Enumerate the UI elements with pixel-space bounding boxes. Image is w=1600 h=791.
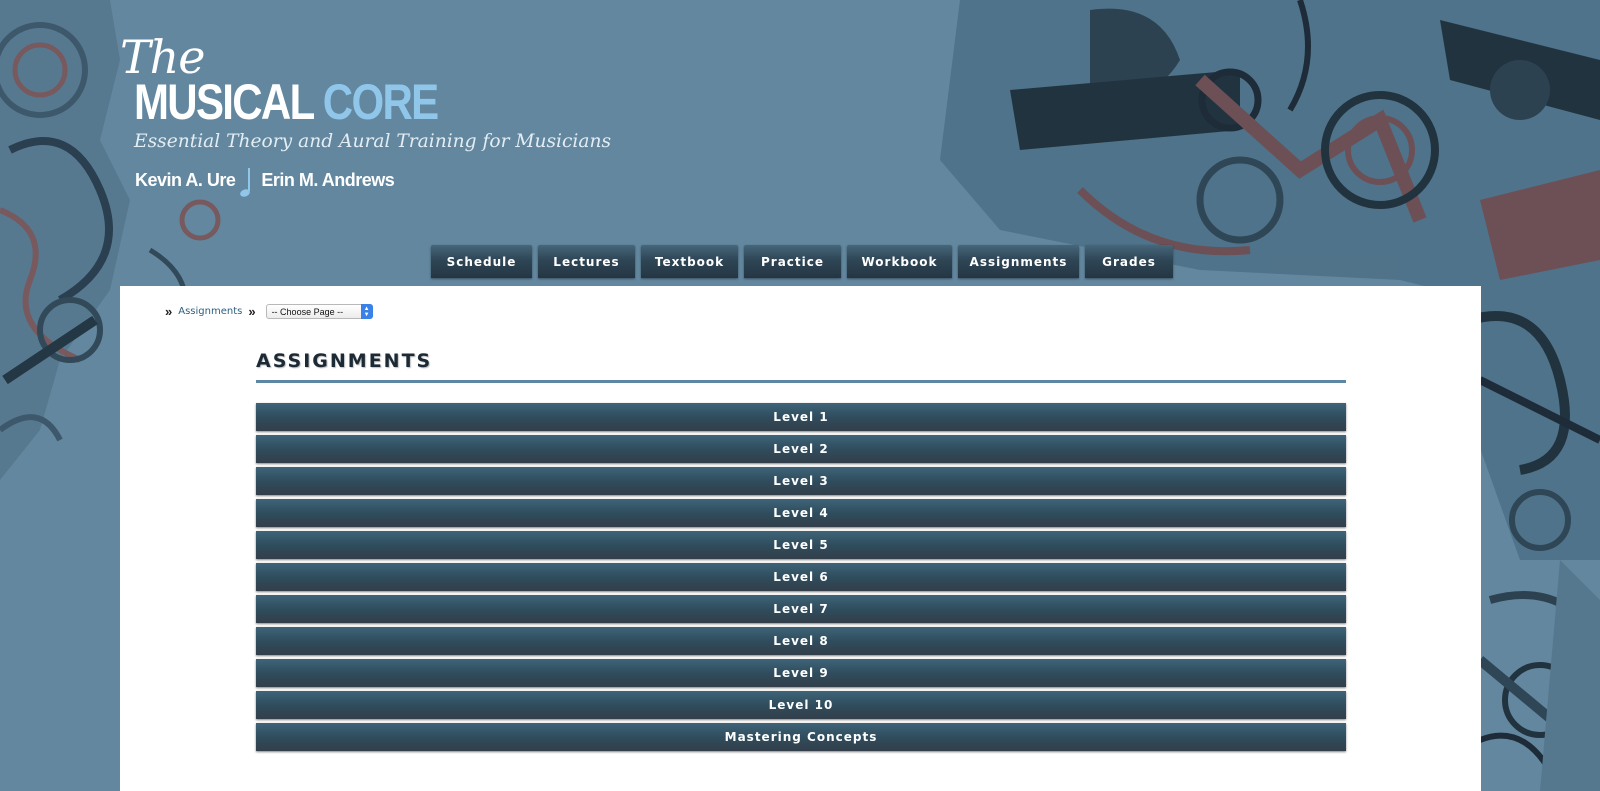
level-8-button[interactable]: Level 8: [256, 627, 1346, 655]
level-1-button[interactable]: Level 1: [256, 403, 1346, 431]
level-5-button[interactable]: Level 5: [256, 531, 1346, 559]
level-7-button[interactable]: Level 7: [256, 595, 1346, 623]
author-1: Kevin A. Ure: [135, 169, 236, 190]
title-divider: [256, 380, 1346, 383]
logo-core: CORE: [322, 74, 439, 130]
logo-musical: MUSICAL: [134, 74, 314, 130]
nav-tab-grades[interactable]: Grades: [1085, 245, 1173, 278]
level-4-button[interactable]: Level 4: [256, 499, 1346, 527]
select-arrows-icon: ▲ ▼: [360, 304, 373, 319]
level-6-button[interactable]: Level 6: [256, 563, 1346, 591]
nav-tab-textbook[interactable]: Textbook: [641, 245, 738, 278]
breadcrumb: » Assignments » -- Choose Page -- ▲ ▼: [165, 304, 373, 319]
nav-tab-practice[interactable]: Practice: [744, 245, 841, 278]
nav-tab-schedule[interactable]: Schedule: [431, 245, 532, 278]
logo-tagline: Essential Theory and Aural Training for …: [134, 130, 612, 152]
main-nav: Schedule Lectures Textbook Practice Work…: [431, 245, 1173, 278]
levels-list: Level 1 Level 2 Level 3 Level 4 Level 5 …: [256, 403, 1346, 755]
nav-tab-lectures[interactable]: Lectures: [538, 245, 635, 278]
nav-tab-workbook[interactable]: Workbook: [847, 245, 952, 278]
breadcrumb-separator-icon: »: [165, 304, 173, 319]
level-10-button[interactable]: Level 10: [256, 691, 1346, 719]
breadcrumb-separator-icon: »: [248, 304, 256, 319]
nav-tab-assignments[interactable]: Assignments: [958, 245, 1079, 278]
level-3-button[interactable]: Level 3: [256, 467, 1346, 495]
choose-page-select[interactable]: -- Choose Page -- ▲ ▼: [265, 304, 373, 319]
logo-title: MUSICAL CORE: [134, 74, 439, 130]
content-panel: » Assignments » -- Choose Page -- ▲ ▼ ASS…: [120, 286, 1481, 791]
level-2-button[interactable]: Level 2: [256, 435, 1346, 463]
mastering-concepts-button[interactable]: Mastering Concepts: [256, 723, 1346, 751]
music-note-icon: [240, 168, 251, 197]
page-title: ASSIGNMENTS: [256, 350, 433, 372]
level-9-button[interactable]: Level 9: [256, 659, 1346, 687]
logo-authors: Kevin A. Ure Erin M. Andrews: [135, 164, 395, 197]
breadcrumb-link-assignments[interactable]: Assignments: [178, 306, 242, 317]
choose-page-value: -- Choose Page --: [271, 306, 344, 317]
site-logo[interactable]: The MUSICAL CORE Essential Theory and Au…: [118, 30, 611, 200]
author-2: Erin M. Andrews: [261, 169, 395, 190]
